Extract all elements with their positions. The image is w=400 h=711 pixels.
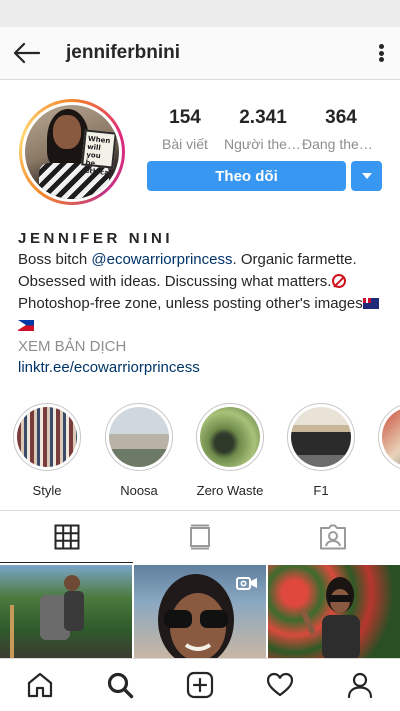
stat-posts[interactable]: 154 Bài viết (146, 107, 224, 152)
post-thumbnail[interactable] (268, 565, 400, 658)
stat-followers-count: 2.341 (239, 107, 287, 128)
highlight-style-cover (17, 407, 77, 467)
highlight-label: Zero Waste (196, 483, 264, 498)
tagged-person-icon (320, 524, 347, 550)
no-entry-icon (332, 274, 347, 288)
tab-tagged[interactable] (267, 511, 400, 563)
profile-bio: Boss bitch @ecowarriorprincess. Organic … (18, 249, 388, 337)
highlight-label: Style (32, 483, 62, 498)
highlight-label: J (377, 483, 400, 498)
back-button[interactable] (12, 41, 41, 65)
stat-followers-label: Người theo dõi (224, 136, 302, 152)
more-options-button[interactable] (376, 41, 386, 65)
top-bar: jenniferbnini (0, 27, 400, 80)
see-translation-link[interactable]: XEM BẢN DỊCH (18, 338, 126, 355)
profile-tabs (0, 510, 400, 563)
story-highlights: Style Noosa Zero Waste F1 J (0, 403, 400, 499)
arrow-left-icon (13, 42, 41, 64)
stat-posts-label: Bài viết (162, 136, 208, 152)
nav-new-post[interactable] (160, 659, 240, 711)
stat-followers[interactable]: 2.341 Người theo dõi (224, 107, 302, 152)
tab-feed[interactable] (133, 511, 266, 563)
home-icon (27, 672, 53, 698)
profile-avatar[interactable]: When will you be ethical? (19, 99, 125, 205)
stat-following-count: 364 (325, 107, 357, 128)
username-title: jenniferbnini (66, 42, 180, 63)
feed-list-icon (189, 524, 210, 550)
nav-activity[interactable] (240, 659, 320, 711)
follow-button[interactable]: Theo dõi (147, 161, 346, 191)
highlight-noosa-cover (109, 407, 169, 467)
tab-grid[interactable] (0, 511, 134, 563)
avatar-photo: When will you be ethical? (25, 105, 119, 199)
bio-text: Boss bitch (18, 251, 92, 268)
search-icon (107, 672, 134, 699)
highlight-label: F1 (313, 483, 329, 498)
nav-home[interactable] (0, 659, 80, 711)
nav-search[interactable] (80, 659, 160, 711)
profile-full-name: JENNIFER NINI (18, 230, 174, 247)
profile-website-link[interactable]: linktr.ee/ecowarriorprincess (18, 359, 200, 376)
bio-mention-link[interactable]: @ecowarriorprincess (91, 251, 232, 268)
post-thumbnail[interactable] (0, 565, 132, 658)
highlight-f1-cover (291, 407, 351, 467)
highlight-noosa[interactable]: Noosa (104, 403, 174, 498)
philippines-flag-icon (18, 320, 34, 331)
stat-posts-count: 154 (169, 107, 201, 128)
highlight-zero-waste-cover (200, 407, 260, 467)
post-grid (0, 565, 400, 658)
stat-following-label: Đang theo dõi (302, 136, 380, 152)
highlight-j-cover (382, 407, 400, 467)
highlight-zero-waste[interactable]: Zero Waste (195, 403, 265, 498)
suggestions-dropdown-button[interactable] (351, 161, 382, 191)
post-thumbnail[interactable] (134, 565, 266, 658)
grid-icon (54, 524, 80, 550)
nav-profile[interactable] (320, 659, 400, 711)
profile-icon (347, 672, 373, 699)
stat-following[interactable]: 364 Đang theo dõi (302, 107, 380, 152)
australia-flag-icon (362, 298, 379, 309)
post-photo-hiker (10, 575, 84, 658)
avatar-sign: When will you be ethical? (81, 129, 117, 178)
chevron-down-icon (361, 173, 372, 179)
highlight-j[interactable]: J (377, 403, 400, 498)
video-camera-icon (236, 577, 257, 590)
bio-text-end: Photoshop-free zone, unless posting othe… (18, 295, 363, 312)
status-bar (0, 0, 400, 27)
highlight-f1[interactable]: F1 (286, 403, 356, 498)
post-photo-garden (301, 577, 360, 658)
bottom-navigation (0, 658, 400, 711)
highlight-label: Noosa (120, 483, 158, 498)
profile-stats: 154 Bài viết 2.341 Người theo dõi 364 Đa… (146, 107, 382, 152)
heart-icon (266, 672, 294, 697)
highlight-style[interactable]: Style (12, 403, 82, 498)
more-vertical-icon (378, 44, 384, 49)
add-post-icon (186, 671, 214, 699)
